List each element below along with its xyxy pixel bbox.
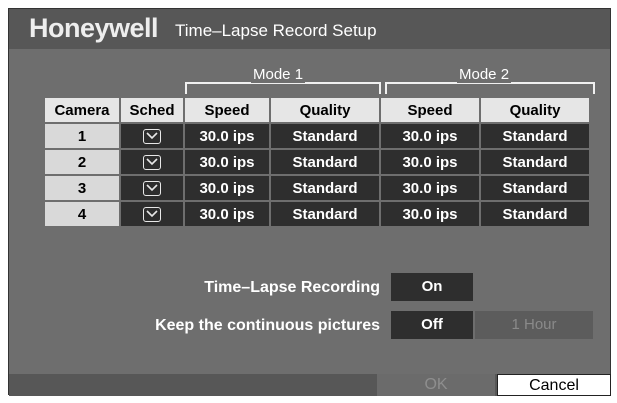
dialog-title: Time–Lapse Record Setup: [175, 21, 377, 40]
mode2-quality-cell[interactable]: Standard: [479, 200, 591, 228]
mode1-quality-cell[interactable]: Standard: [269, 148, 381, 176]
keep-duration-select[interactable]: 1 Hour: [475, 311, 593, 339]
cancel-button[interactable]: Cancel: [497, 374, 611, 396]
mode1-quality-cell[interactable]: Standard: [269, 200, 381, 228]
mode1-bracket: [185, 82, 381, 94]
checkmark-icon: [143, 181, 161, 197]
mode1-speed-cell[interactable]: 30.0 ips: [183, 200, 271, 228]
checkmark-icon: [143, 207, 161, 223]
camera-number: 3: [43, 174, 121, 202]
mode1-speed-cell[interactable]: 30.0 ips: [183, 174, 271, 202]
time-lapse-recording-label: Time–Lapse Recording: [204, 279, 380, 296]
table-row: 1 30.0 ips Standard 30.0 ips Standard: [43, 122, 591, 150]
col-mode1-speed: Speed: [183, 96, 271, 124]
mode1-label: Mode 1: [251, 66, 306, 83]
mode2-label: Mode 2: [457, 66, 512, 83]
camera-number: 2: [43, 148, 121, 176]
dialog-header: Honeywell Time–Lapse Record Setup: [9, 9, 610, 49]
sched-checkbox[interactable]: [119, 174, 185, 202]
mode2-quality-cell[interactable]: Standard: [479, 148, 591, 176]
checkmark-icon: [143, 155, 161, 171]
sched-checkbox[interactable]: [119, 200, 185, 228]
dialog-panel: Honeywell Time–Lapse Record Setup Mode 1…: [8, 8, 611, 396]
time-lapse-recording-toggle[interactable]: On: [391, 273, 473, 301]
mode1-speed-cell[interactable]: 30.0 ips: [183, 122, 271, 150]
camera-number: 1: [43, 122, 121, 150]
mode2-speed-cell[interactable]: 30.0 ips: [379, 174, 481, 202]
ok-button[interactable]: OK: [377, 374, 495, 396]
mode1-quality-cell[interactable]: Standard: [269, 122, 381, 150]
camera-number: 4: [43, 200, 121, 228]
table-row: 3 30.0 ips Standard 30.0 ips Standard: [43, 174, 591, 202]
mode1-speed-cell[interactable]: 30.0 ips: [183, 148, 271, 176]
table-row: 4 30.0 ips Standard 30.0 ips Standard: [43, 200, 591, 228]
mode2-quality-cell[interactable]: Standard: [479, 122, 591, 150]
keep-continuous-pictures-toggle[interactable]: Off: [391, 311, 473, 339]
mode2-speed-cell[interactable]: 30.0 ips: [379, 148, 481, 176]
mode2-speed-cell[interactable]: 30.0 ips: [379, 122, 481, 150]
sched-checkbox[interactable]: [119, 148, 185, 176]
checkmark-icon: [143, 129, 161, 145]
col-mode2-quality: Quality: [479, 96, 591, 124]
col-sched: Sched: [119, 96, 185, 124]
mode2-speed-cell[interactable]: 30.0 ips: [379, 200, 481, 228]
table-row: 2 30.0 ips Standard 30.0 ips Standard: [43, 148, 591, 176]
keep-continuous-pictures-label: Keep the continuous pictures: [155, 317, 380, 334]
camera-table: Camera Sched Speed Quality Speed Quality…: [43, 96, 591, 228]
sched-checkbox[interactable]: [119, 122, 185, 150]
mode2-quality-cell[interactable]: Standard: [479, 174, 591, 202]
mode1-quality-cell[interactable]: Standard: [269, 174, 381, 202]
col-mode1-quality: Quality: [269, 96, 381, 124]
brand-logo: Honeywell: [29, 13, 159, 43]
col-camera: Camera: [43, 96, 121, 124]
table-header-row: Camera Sched Speed Quality Speed Quality: [43, 96, 591, 124]
col-mode2-speed: Speed: [379, 96, 481, 124]
mode2-bracket: [385, 82, 595, 94]
